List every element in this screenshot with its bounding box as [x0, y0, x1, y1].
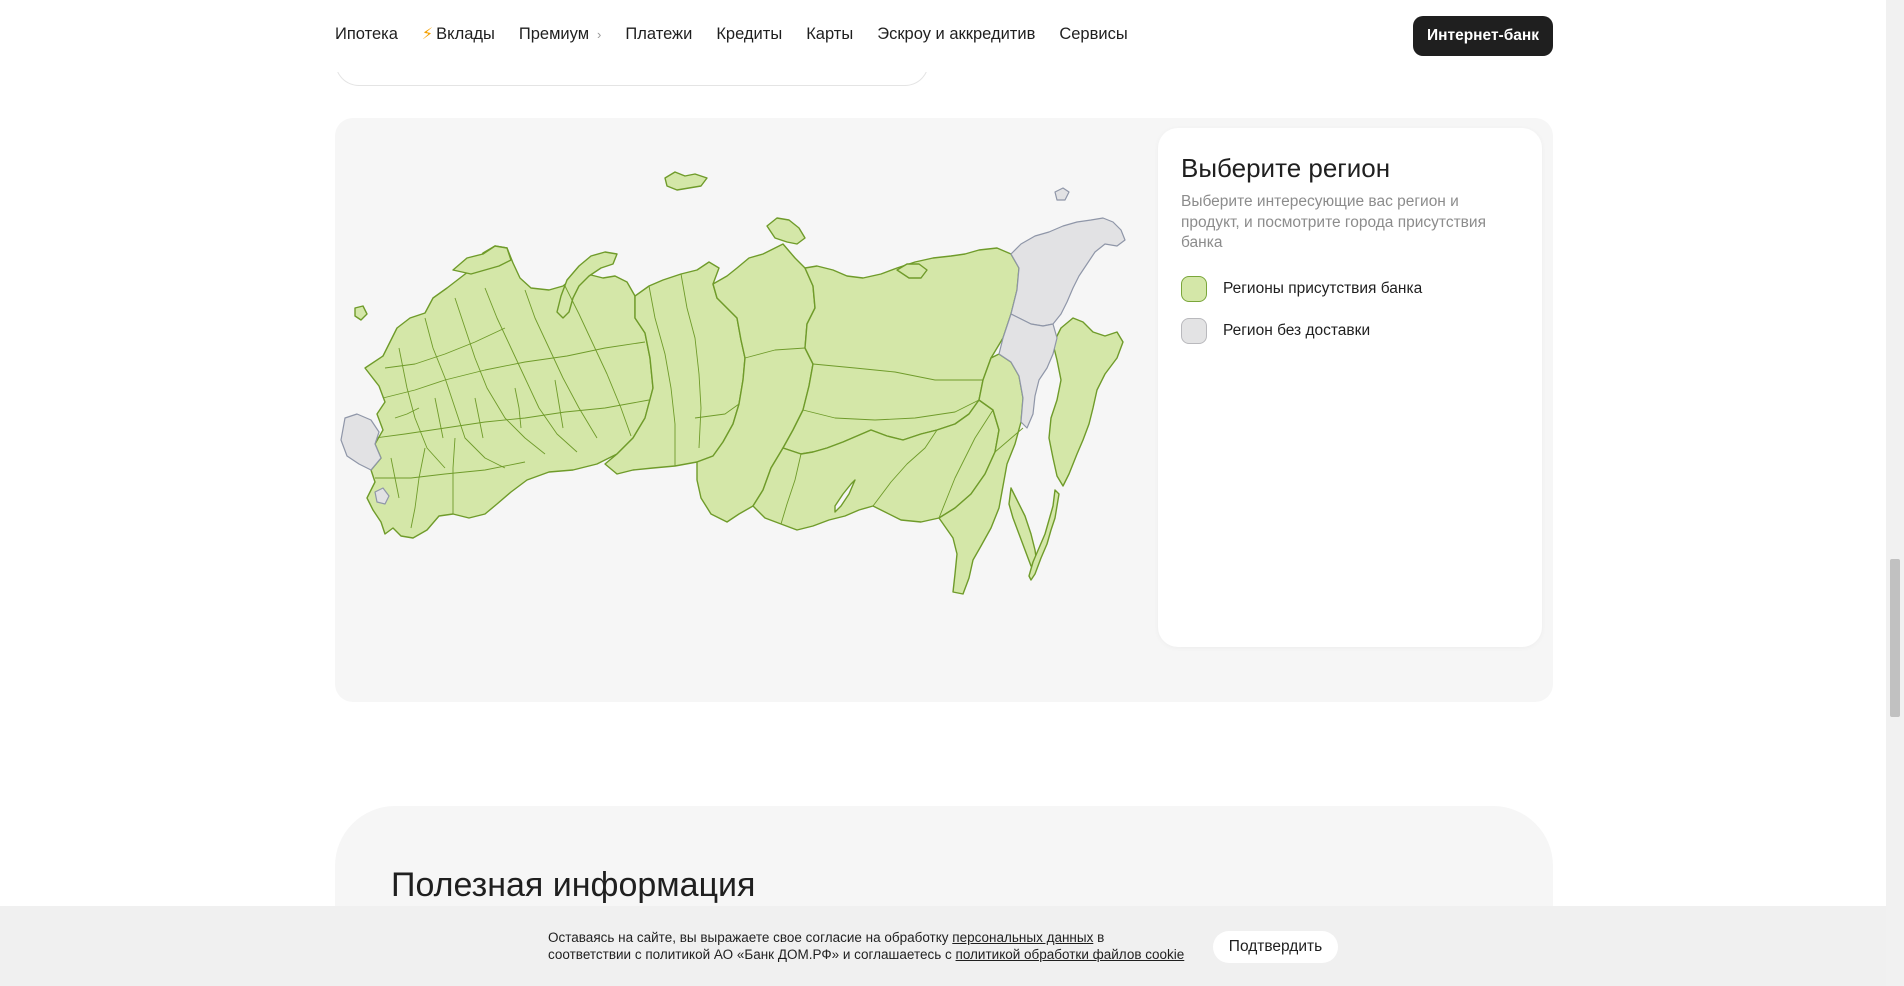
nav-item-mortgage[interactable]: Ипотека	[335, 25, 398, 44]
legend-label: Регион без доставки	[1223, 322, 1371, 339]
legend-label: Регионы присутствия банка	[1223, 280, 1423, 297]
scrollbar-thumb[interactable]	[1890, 559, 1900, 717]
region-wrangel[interactable]	[1054, 187, 1070, 201]
region-panel-title: Выберите регион	[1181, 153, 1391, 183]
region-severnaya-zemlya[interactable]	[766, 217, 806, 245]
region-sakhalin[interactable]	[1008, 487, 1038, 567]
useful-info-title: Полезная информация	[391, 866, 756, 904]
region-panel: Выберите регион Выберите интересующие ва…	[1158, 128, 1542, 647]
cookie-text: Оставаясь на сайте, вы выражаете свое со…	[548, 930, 1188, 963]
nav-item-label: Ипотека	[335, 24, 398, 43]
nav-item-deposits[interactable]: ⚡ Вклады	[422, 24, 495, 44]
region-kaliningrad[interactable]	[354, 305, 368, 321]
nav-item-label: Эскроу и аккредитив	[877, 24, 1036, 43]
nav-item-label: Вклады	[436, 24, 495, 43]
region-kurils[interactable]	[1028, 489, 1060, 581]
nav-item-label: Кредиты	[716, 24, 783, 43]
nav-item-cards[interactable]: Карты	[806, 25, 853, 44]
personal-data-link[interactable]: персональных данных	[952, 930, 1093, 945]
top-navigation: Ипотека ⚡ Вклады Премиум › Платежи Креди…	[0, 0, 1886, 72]
nav-item-label: Платежи	[625, 24, 693, 43]
nav-item-services[interactable]: Сервисы	[1059, 25, 1127, 44]
nav-item-premium[interactable]: Премиум ›	[519, 25, 602, 44]
region-new-territories[interactable]	[340, 413, 382, 471]
legend-swatch-presence	[1181, 276, 1207, 302]
cookie-policy-link[interactable]: политикой обработки файлов cookie	[956, 947, 1185, 962]
region-chukotka[interactable]	[1010, 217, 1126, 327]
internet-bank-button[interactable]: Интернет-банк	[1413, 16, 1553, 56]
chevron-right-icon: ›	[597, 26, 602, 42]
nav-item-label: Сервисы	[1059, 24, 1128, 43]
nav-item-payments[interactable]: Платежи	[625, 25, 692, 44]
cookie-banner: Оставаясь на сайте, вы выражаете свое со…	[0, 906, 1886, 986]
nav-menu: Ипотека ⚡ Вклады Премиум › Платежи Креди…	[335, 24, 1152, 44]
presence-regions[interactable]	[354, 171, 1124, 595]
region-franz-josef[interactable]	[664, 171, 708, 191]
region-kamchatka[interactable]	[1048, 317, 1124, 487]
legend-item-presence: Регионы присутствия банка	[1181, 276, 1422, 302]
page: Ипотека ⚡ Вклады Премиум › Платежи Креди…	[0, 0, 1904, 986]
nav-item-label: Карты	[806, 24, 854, 43]
nav-item-label: Премиум	[518, 24, 590, 43]
region-panel-description: Выберите интересующие вас регион и проду…	[1181, 193, 1486, 251]
scrollbar[interactable]	[1886, 0, 1904, 986]
confirm-cookie-button[interactable]: Подтвердить	[1213, 931, 1338, 963]
cookie-text-part: Оставаясь на сайте, вы выражаете свое со…	[548, 930, 953, 945]
nav-item-credits[interactable]: Кредиты	[716, 25, 782, 44]
nav-item-escrow[interactable]: Эскроу и аккредитив	[877, 25, 1035, 44]
legend-item-no-delivery: Регион без доставки	[1181, 318, 1370, 344]
legend-swatch-no-delivery	[1181, 318, 1207, 344]
lightning-icon: ⚡	[421, 26, 434, 43]
